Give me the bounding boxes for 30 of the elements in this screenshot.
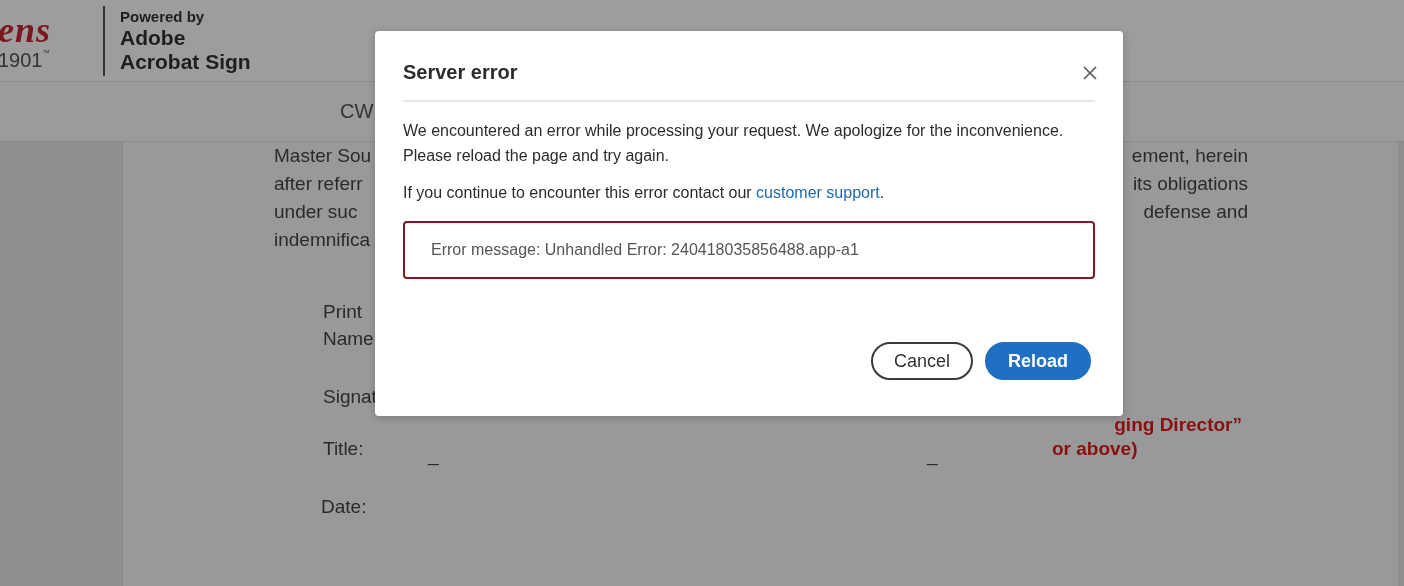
- powered-by-text: Powered by: [120, 7, 206, 26]
- field-label: Print: [323, 300, 364, 324]
- product-name: Adobe: [120, 25, 187, 50]
- field-label: Date:: [321, 496, 367, 517]
- dialog-title: Server error: [403, 61, 518, 84]
- document-text: under suc: [274, 201, 358, 223]
- logo-year: 1901: [0, 48, 43, 71]
- reload-button[interactable]: Reload: [985, 342, 1091, 380]
- document-text: indemnifica: [274, 229, 371, 251]
- support-link[interactable]: customer support: [756, 184, 880, 201]
- field-label: Signat: [323, 386, 377, 407]
- error-description: We encountered an error while processing your request. We apologize for the inconvenience. Please reload the page and try again.: [403, 121, 1065, 166]
- field-label: Name: [323, 327, 375, 351]
- close-icon: [1083, 65, 1097, 80]
- note-text: ging Director”: [1114, 414, 1242, 437]
- blank-line: _: [927, 444, 939, 466]
- document-text: defense and: [1143, 201, 1248, 223]
- document-text: its obligations: [1132, 173, 1248, 195]
- document-text: Master Sou: [274, 145, 372, 167]
- blank-line: _: [428, 444, 440, 466]
- cancel-button[interactable]: Cancel: [870, 342, 973, 380]
- error-message: Error message: Unhandled Error: 240418035856488.app-a1: [431, 241, 859, 259]
- document-title: CW: [340, 100, 374, 123]
- document-text: after referr: [274, 173, 363, 195]
- product-name: Acrobat Sign: [120, 49, 251, 74]
- close-button[interactable]: [1083, 65, 1097, 80]
- field-label: Title:: [323, 438, 365, 460]
- document-text: ement, herein: [1131, 145, 1248, 167]
- note-text: or above): [1052, 438, 1138, 460]
- support-text: If you continue to encounter this error contact our customer support.: [403, 183, 886, 203]
